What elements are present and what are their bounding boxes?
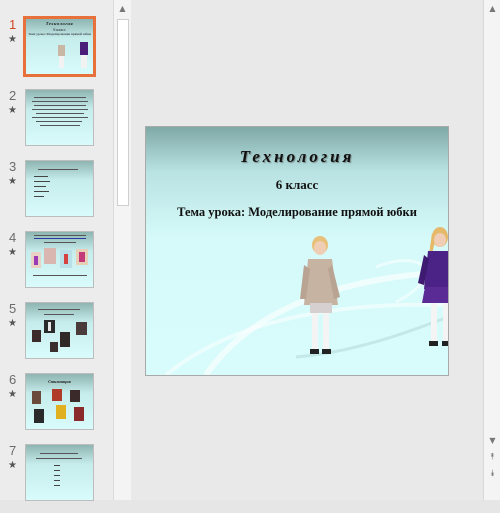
slide-thumbnail-image[interactable] bbox=[25, 302, 94, 359]
slide-thumbnail-7[interactable]: 7 ★ bbox=[0, 443, 113, 513]
slide-thumbnail-image[interactable] bbox=[25, 444, 94, 501]
slide-subtitle-grade[interactable]: 6 класс bbox=[146, 177, 448, 193]
next-slide-button[interactable]: ⯯ bbox=[484, 466, 500, 483]
star-icon: ★ bbox=[8, 247, 17, 258]
star-icon: ★ bbox=[8, 176, 17, 187]
thumb-topic: Тема урока: Моделирование прямой юбки bbox=[28, 32, 91, 36]
thumb-title: Технология bbox=[45, 21, 74, 26]
slide-scrollbar[interactable]: ▲ ▼ ⯭ ⯯ bbox=[483, 0, 500, 500]
slide-thumbnail-1[interactable]: 1 ★ Технология 6 класс Тема урока: Модел… bbox=[0, 16, 113, 87]
star-icon: ★ bbox=[8, 34, 17, 45]
slide-number: 4 bbox=[9, 230, 17, 245]
thumb-photos-image bbox=[31, 248, 88, 276]
star-icon: ★ bbox=[8, 460, 17, 471]
slide-number: 5 bbox=[9, 301, 17, 316]
star-icon: ★ bbox=[8, 318, 17, 329]
slide-thumbnail-3[interactable]: 3 ★ bbox=[0, 159, 113, 229]
slide-thumbnail-image[interactable] bbox=[25, 89, 94, 146]
slide-lesson-topic[interactable]: Тема урока: Моделирование прямой юбки bbox=[146, 205, 448, 220]
slide-thumbnail-image[interactable]: Технология 6 класс Тема урока: Моделиров… bbox=[23, 16, 96, 77]
scroll-up-button[interactable]: ▲ bbox=[114, 0, 131, 17]
slide-thumbnail-pane: 1 ★ Технология 6 класс Тема урока: Модел… bbox=[0, 0, 113, 501]
slide-thumbnail-image[interactable] bbox=[25, 160, 94, 217]
slide-thumbnail-2[interactable]: 2 ★ bbox=[0, 88, 113, 158]
thumb-models-image bbox=[58, 42, 88, 68]
girl-in-purple-suit-image[interactable] bbox=[416, 227, 449, 351]
previous-slide-button[interactable]: ⯭ bbox=[484, 449, 500, 466]
girl-in-beige-coat-image[interactable] bbox=[298, 235, 348, 359]
thumb-title: Стилизация bbox=[48, 379, 71, 384]
slide-number: 7 bbox=[9, 443, 17, 458]
thumbnail-scrollbar[interactable]: ▲ bbox=[113, 0, 132, 500]
slide-thumbnail-image[interactable]: Стилизация bbox=[25, 373, 94, 430]
slide-thumbnail-5[interactable]: 5 ★ bbox=[0, 301, 113, 371]
slide-thumbnail-image[interactable] bbox=[25, 231, 94, 288]
scroll-down-button[interactable]: ▼ bbox=[484, 432, 500, 449]
slide-number: 2 bbox=[9, 88, 17, 103]
slide-thumbnail-6[interactable]: 6 ★ Стилизация bbox=[0, 372, 113, 442]
current-slide[interactable]: Технология 6 класс Тема урока: Моделиров… bbox=[145, 126, 449, 376]
star-icon: ★ bbox=[8, 389, 17, 400]
slide-number: 1 bbox=[9, 17, 17, 32]
slide-number: 6 bbox=[9, 372, 17, 387]
thumb-photos-image bbox=[32, 320, 87, 352]
thumb-photos-image bbox=[32, 389, 84, 423]
star-icon: ★ bbox=[8, 105, 17, 116]
scrollbar-thumb[interactable] bbox=[117, 19, 129, 206]
slide-thumbnail-4[interactable]: 4 ★ bbox=[0, 230, 113, 300]
slide-number: 3 bbox=[9, 159, 17, 174]
slide-title[interactable]: Технология bbox=[146, 147, 448, 167]
scroll-up-button[interactable]: ▲ bbox=[484, 0, 500, 17]
